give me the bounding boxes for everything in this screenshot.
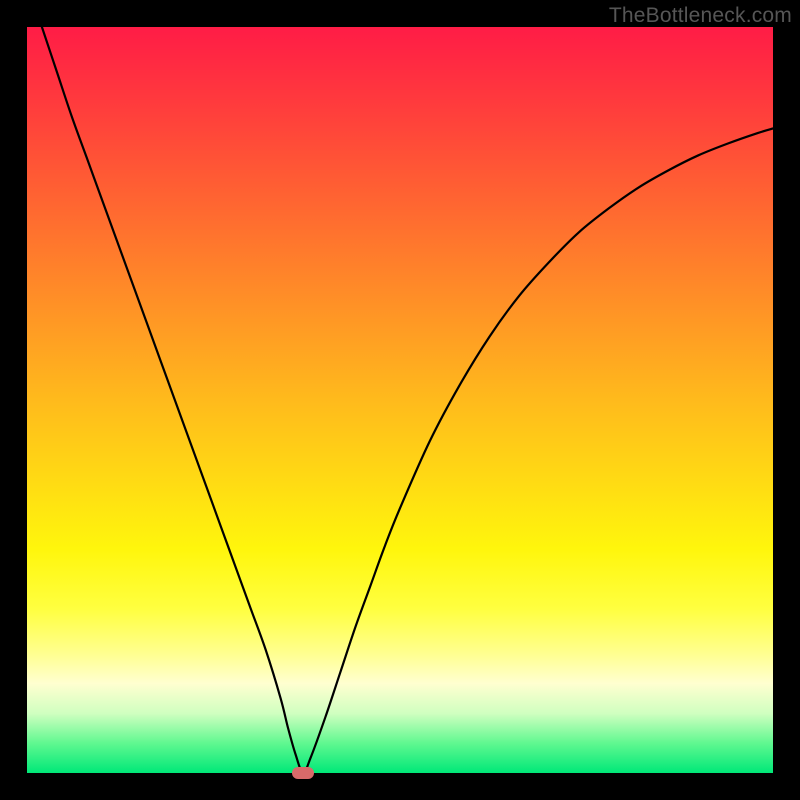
chart-frame: TheBottleneck.com [0,0,800,800]
plot-area [27,27,773,773]
optimum-marker [292,767,314,779]
watermark-text: TheBottleneck.com [609,4,792,28]
bottleneck-curve [27,27,773,773]
